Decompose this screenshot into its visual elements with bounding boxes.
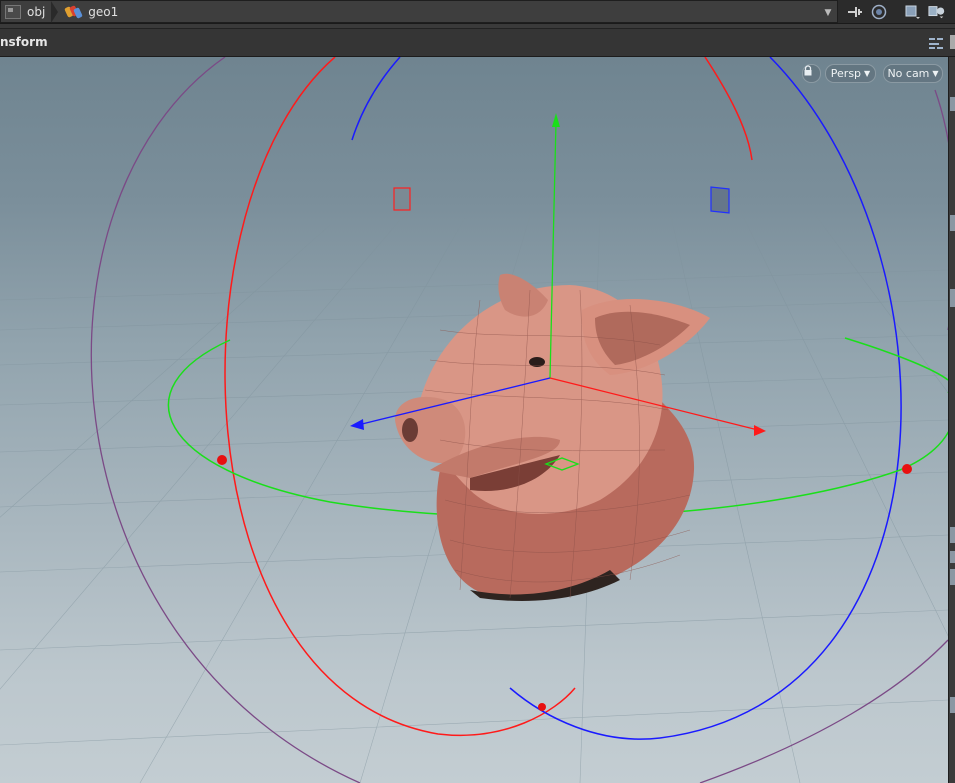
tool-options-icon[interactable] <box>928 35 944 51</box>
camera-menu-button[interactable]: No cam ▼ <box>883 64 943 83</box>
pin-icon[interactable] <box>846 3 864 21</box>
strip-tool-button[interactable] <box>950 697 955 713</box>
strip-tool-button[interactable] <box>950 97 955 111</box>
chevron-down-icon: ▼ <box>864 69 871 78</box>
scale-handle-right <box>710 186 730 214</box>
toolbar-edge-widget <box>950 35 955 49</box>
tool-title: nsform <box>0 35 48 49</box>
target-icon[interactable] <box>870 3 888 21</box>
ring-handle-right <box>902 464 912 474</box>
breadcrumb-item-obj[interactable]: obj <box>1 1 51 22</box>
breadcrumb-label-geo1: geo1 <box>88 4 119 19</box>
lock-icon[interactable] <box>802 64 821 83</box>
display-options-icon[interactable] <box>904 3 922 21</box>
breadcrumb-separator <box>51 0 59 23</box>
strip-tool-button[interactable] <box>950 527 955 543</box>
geometry-object-icon <box>64 4 84 19</box>
view-menu-label: Persp <box>830 67 862 80</box>
shading-options-icon[interactable] <box>928 3 946 21</box>
chevron-down-icon: ▼ <box>932 69 939 78</box>
breadcrumb-label-obj: obj <box>27 4 46 19</box>
pig-head-model <box>395 273 710 601</box>
ring-handle-left <box>217 455 227 465</box>
tool-options-bar: nsform <box>0 28 955 57</box>
outer-rotation-ring <box>90 57 361 783</box>
strip-tool-button[interactable] <box>950 215 955 231</box>
path-bar: obj geo1 ▼ <box>0 0 955 24</box>
chevron-down-icon[interactable]: ▼ <box>819 3 837 22</box>
strip-tool-button[interactable] <box>950 569 955 585</box>
breadcrumb-item-geo1[interactable]: geo1 <box>62 1 124 22</box>
scene-viewport[interactable]: Persp ▼ No cam ▼ <box>0 57 948 783</box>
strip-tool-button[interactable] <box>950 551 955 563</box>
z-rotation-ring <box>351 57 401 141</box>
camera-menu-label: No cam <box>887 67 930 80</box>
strip-tool-button[interactable] <box>950 289 955 307</box>
viewport-canvas <box>0 57 948 783</box>
scale-handle-left <box>393 187 411 211</box>
network-icon <box>5 4 21 19</box>
ring-handle-bottom <box>538 703 546 711</box>
breadcrumb: obj geo1 ▼ <box>0 0 838 23</box>
view-menu-button[interactable]: Persp ▼ <box>825 64 876 83</box>
right-toolbar-strip <box>948 57 955 783</box>
